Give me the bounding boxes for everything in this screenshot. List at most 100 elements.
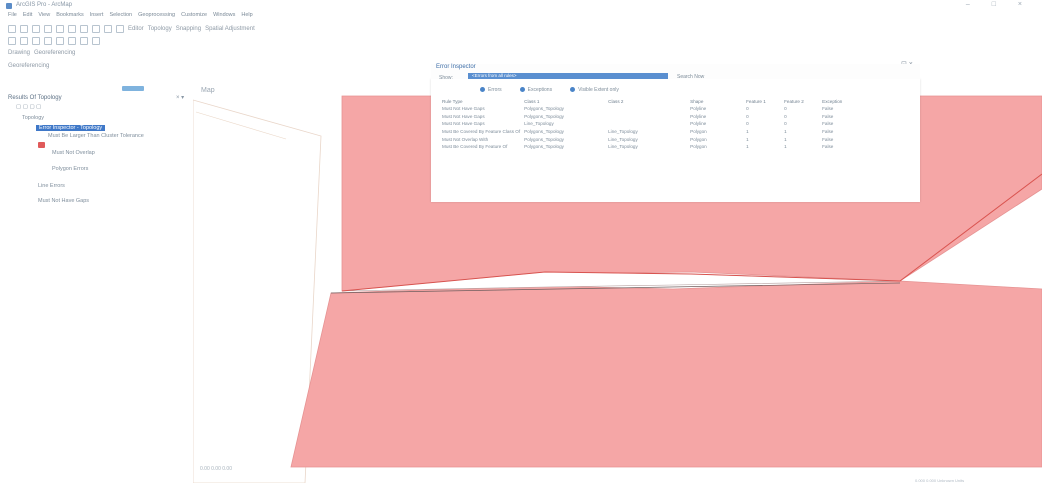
cell: Line_Topology xyxy=(608,144,638,150)
cell: 0 xyxy=(746,106,749,112)
redo-icon[interactable] xyxy=(116,25,124,33)
col-class-2[interactable]: Class 2 xyxy=(606,98,688,105)
option-exceptions[interactable]: Exceptions xyxy=(519,87,552,93)
polygon-feature-bottom[interactable] xyxy=(290,280,1042,468)
panel-title: Results Of Topology xyxy=(8,95,62,101)
cell xyxy=(606,120,688,128)
cell: 0 xyxy=(784,106,787,112)
cell: 1 xyxy=(784,136,787,142)
tools-toolbar xyxy=(8,36,100,46)
cell: Must Not Overlap With xyxy=(442,136,489,142)
cell: Polygons_Topology xyxy=(524,113,564,119)
tree-item[interactable]: Line Errors xyxy=(38,183,65,189)
open-icon[interactable] xyxy=(20,25,28,33)
cell: False xyxy=(822,136,834,142)
save-icon[interactable] xyxy=(32,25,40,33)
table-row[interactable]: Must Not Have Gaps Polygons_Topology Polyl… xyxy=(440,105,864,113)
tree-item-selected[interactable]: Error Inspector - Topology xyxy=(36,125,106,131)
cell: Polygons_Topology xyxy=(524,129,564,135)
pan-icon[interactable] xyxy=(32,37,40,45)
col-rule-type[interactable]: Rule Type xyxy=(440,98,522,105)
menu-bookmarks[interactable]: Bookmarks xyxy=(56,12,84,22)
col-feature-2[interactable]: Feature 2 xyxy=(782,98,820,105)
menu-edit[interactable]: Edit xyxy=(23,12,32,22)
cell: Polyline xyxy=(690,121,707,127)
toolbar-topology[interactable]: Topology xyxy=(148,26,172,32)
tree-item[interactable]: Must Not Overlap xyxy=(52,150,95,156)
delete-icon[interactable] xyxy=(92,25,100,33)
new-icon[interactable] xyxy=(8,25,16,33)
cell: 1 xyxy=(746,144,749,150)
cell: 0 xyxy=(746,113,749,119)
copy-icon[interactable] xyxy=(68,25,76,33)
georef-dropdown[interactable]: Georeferencing xyxy=(8,63,49,69)
standard-toolbar: Editor Topology Snapping Spatial Adjustm… xyxy=(8,24,255,34)
toolbar-drawing[interactable]: Drawing xyxy=(8,50,30,56)
window-controls[interactable]: – □ × xyxy=(966,1,1032,8)
georef-toolbar: Georeferencing xyxy=(8,61,49,71)
cell: Polygons_Topology xyxy=(524,144,564,150)
cell: Polygon xyxy=(690,144,707,150)
cell: Polygon xyxy=(690,129,707,135)
menu-file[interactable]: File xyxy=(8,12,17,22)
undo-icon[interactable] xyxy=(104,25,112,33)
panel-close-icon[interactable]: × ▾ xyxy=(176,94,184,101)
menu-customize[interactable]: Customize xyxy=(181,12,207,22)
cut-icon[interactable] xyxy=(56,25,64,33)
show-errors-select[interactable]: <Errors from all rules> xyxy=(468,73,668,79)
tree-item[interactable]: Must Be Larger Than Cluster Tolerance xyxy=(48,133,144,139)
option-visible-extent[interactable]: Visible Extent only xyxy=(570,87,619,93)
cell: Polyline xyxy=(690,106,707,112)
identify-icon[interactable] xyxy=(56,37,64,45)
col-shape[interactable]: Shape xyxy=(688,98,744,105)
cell: False xyxy=(822,129,834,135)
drawing-toolbar: Drawing Georeferencing xyxy=(8,48,75,58)
window-title: ArcGIS Pro - ArcMap xyxy=(16,2,73,8)
find-icon[interactable] xyxy=(92,37,100,45)
cell: False xyxy=(822,121,834,127)
menu-windows[interactable]: Windows xyxy=(213,12,235,22)
table-row[interactable]: Must Not Overlap With Polygons_Topology Li… xyxy=(440,135,864,143)
col-class-1[interactable]: Class 1 xyxy=(522,98,606,105)
cell: Must Be Covered By Feature Of xyxy=(442,144,508,150)
toolbar-editor[interactable]: Editor xyxy=(128,26,144,32)
toolbar-snapping[interactable]: Snapping xyxy=(176,26,201,32)
option-errors[interactable]: Errors xyxy=(480,87,502,93)
table-row[interactable]: Must Not Have Gaps Line_Topology Polyline 0… xyxy=(440,120,864,128)
cell: Polygons_Topology xyxy=(524,106,564,112)
tree-item[interactable]: Must Not Have Gaps xyxy=(38,198,89,204)
cell: Must Not Have Gaps xyxy=(442,113,485,119)
toolbar-spatial-adjustment[interactable]: Spatial Adjustment xyxy=(205,26,255,32)
zoom-out-icon[interactable] xyxy=(20,37,28,45)
tree-item[interactable]: Topology xyxy=(22,115,44,121)
radio-icon xyxy=(480,87,485,93)
tree-toolbar[interactable]: ▢ ▢ ▢ ▢ xyxy=(16,104,41,110)
title-bar: ArcGIS Pro - ArcMap – □ × xyxy=(0,0,1042,12)
error-marker-icon xyxy=(38,142,45,148)
paste-icon[interactable] xyxy=(80,25,88,33)
tree-item[interactable]: Polygon Errors xyxy=(52,166,88,172)
menu-view[interactable]: View xyxy=(38,12,50,22)
measure-icon[interactable] xyxy=(80,37,88,45)
menu-help[interactable]: Help xyxy=(241,12,252,22)
cell: False xyxy=(822,113,834,119)
cell: Line_Topology xyxy=(608,129,638,135)
toolbar-georeferencing[interactable]: Georeferencing xyxy=(34,50,75,56)
menu-geoprocessing[interactable]: Geoprocessing xyxy=(138,12,175,22)
table-row[interactable]: Must Not Have Gaps Polygons_Topology Polyl… xyxy=(440,113,864,121)
cell: False xyxy=(822,106,834,112)
cell: 0 xyxy=(784,113,787,119)
select-icon[interactable] xyxy=(68,37,76,45)
print-icon[interactable] xyxy=(44,25,52,33)
menu-insert[interactable]: Insert xyxy=(90,12,104,22)
cell: 1 xyxy=(784,144,787,150)
col-exception[interactable]: Exception xyxy=(820,98,864,105)
search-now-button[interactable]: Search Now xyxy=(677,74,704,80)
table-row[interactable]: Must Be Covered By Feature Of Polygons_To… xyxy=(440,143,864,151)
col-feature-1[interactable]: Feature 1 xyxy=(744,98,782,105)
zoom-in-icon[interactable] xyxy=(8,37,16,45)
menu-selection[interactable]: Selection xyxy=(109,12,132,22)
radio-icon xyxy=(519,87,525,93)
full-extent-icon[interactable] xyxy=(44,37,52,45)
table-row[interactable]: Must Be Covered By Feature Class Of Polyg… xyxy=(440,128,864,136)
